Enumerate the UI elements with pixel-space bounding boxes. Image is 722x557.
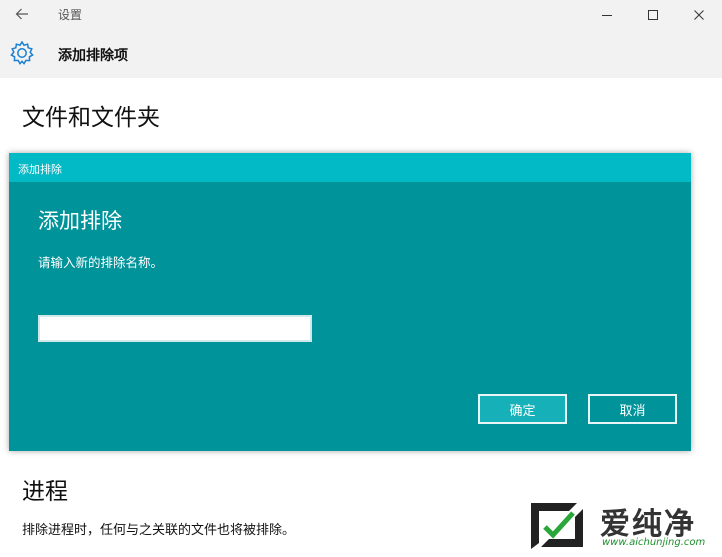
- watermark-logo-icon: [531, 503, 583, 549]
- watermark: 爱纯净 www.aichunjing.com: [522, 497, 716, 553]
- window-titlebar: 设置: [0, 0, 722, 30]
- close-icon: [694, 10, 704, 20]
- section-files-title: 文件和文件夹: [22, 105, 160, 131]
- minimize-button[interactable]: [584, 0, 630, 30]
- maximize-button[interactable]: [630, 0, 676, 30]
- back-arrow-icon: [15, 8, 28, 20]
- page-title: 添加排除项: [58, 48, 128, 64]
- maximize-icon: [648, 10, 658, 20]
- window-title: 设置: [58, 8, 83, 22]
- close-button[interactable]: [676, 0, 722, 30]
- add-exclusion-dialog: 添加排除 添加排除 请输入新的排除名称。 确定 取消: [9, 153, 691, 451]
- gear-icon: [10, 40, 34, 65]
- back-button[interactable]: [10, 3, 34, 25]
- dialog-heading: 添加排除: [38, 209, 122, 233]
- cancel-button[interactable]: 取消: [588, 394, 677, 424]
- minimize-icon: [602, 15, 612, 16]
- exclusion-name-input[interactable]: [38, 315, 312, 342]
- page-header: 添加排除项: [0, 30, 722, 78]
- dialog-titlebar: 添加排除: [9, 153, 691, 182]
- section-process-title: 进程: [22, 479, 68, 505]
- ok-button[interactable]: 确定: [478, 394, 567, 424]
- dialog-prompt: 请输入新的排除名称。: [38, 255, 164, 270]
- section-process-description: 排除进程时，任何与之关联的文件也将被排除。: [22, 523, 296, 538]
- watermark-url: www.aichunjing.com: [602, 537, 706, 548]
- dialog-titlebar-label: 添加排除: [18, 163, 62, 176]
